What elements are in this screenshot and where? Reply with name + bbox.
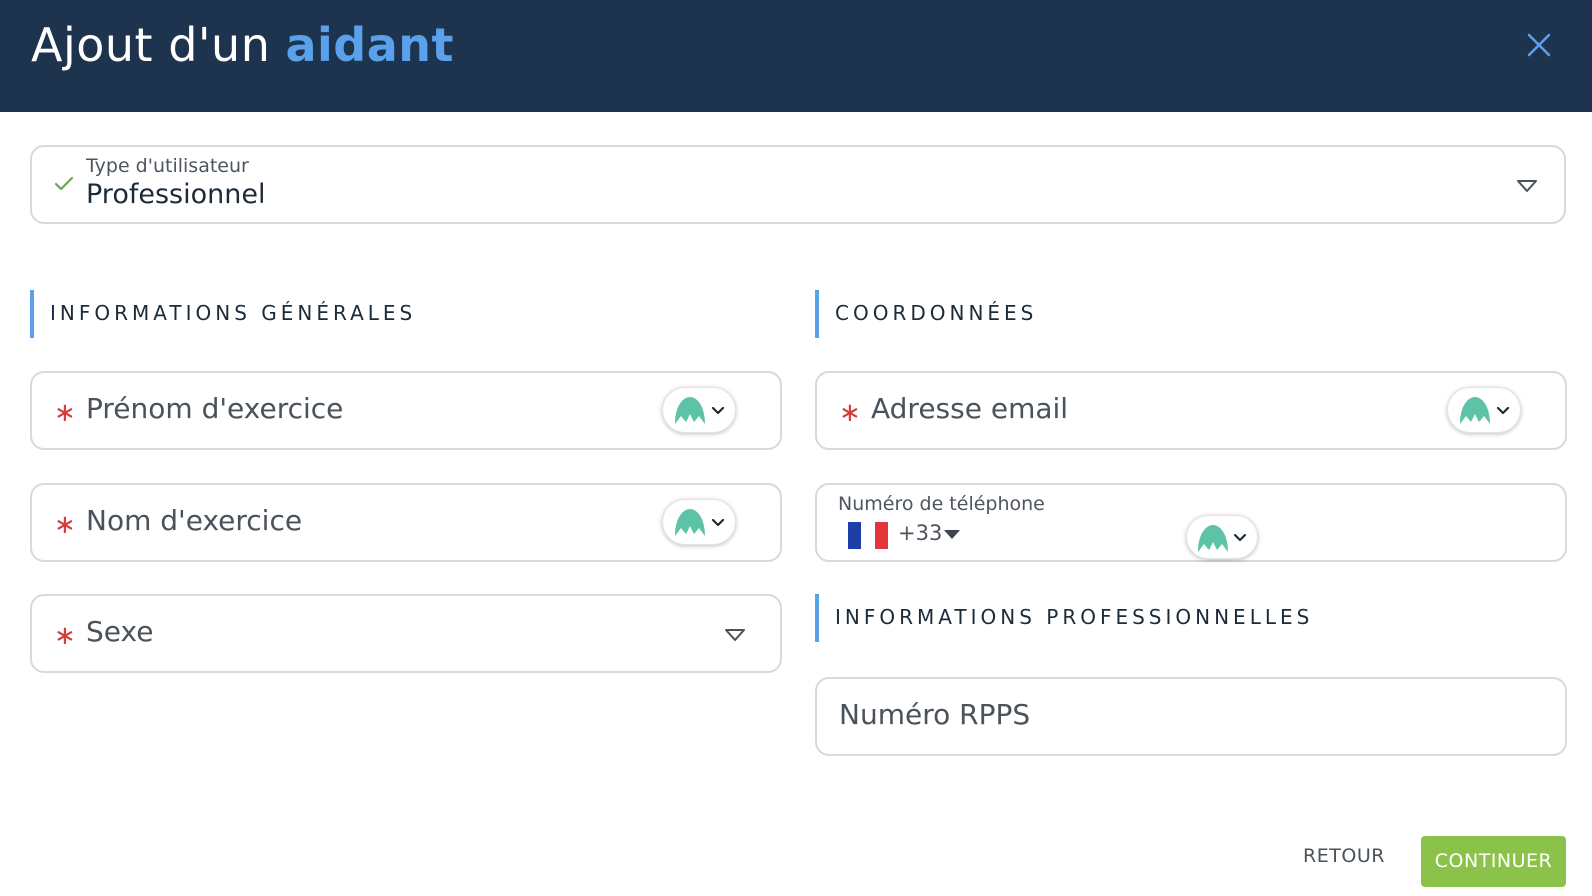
first-name-placeholder: Prénom d'exercice [86,392,344,425]
sex-select[interactable]: ∗ Sexe [30,594,782,673]
check-icon [54,176,74,191]
close-icon [1527,33,1551,57]
required-icon: ∗ [54,621,76,651]
sex-placeholder: Sexe [86,615,154,648]
dropdown-arrow-icon [725,629,745,641]
required-icon: ∗ [54,510,76,540]
first-name-field[interactable]: ∗ Prénom d'exercice [30,371,782,450]
email-placeholder: Adresse email [871,392,1069,425]
chevron-down-icon [1233,533,1247,542]
section-general-info-title: INFORMATIONS GÉNÉRALES [50,301,417,325]
password-manager-button[interactable] [1186,515,1258,559]
email-field[interactable]: ∗ Adresse email [815,371,1567,450]
password-manager-button[interactable] [662,499,736,545]
chevron-down-icon [711,406,725,415]
password-manager-icon [1198,525,1228,552]
back-button[interactable]: RETOUR [1296,836,1392,876]
user-type-select[interactable]: Type d'utilisateur Professionnel [30,145,1566,224]
continue-button[interactable]: CONTINUER [1421,836,1566,887]
dialog-title-accent: aidant [285,18,454,72]
dialog-header: Ajout d'un aidant [0,0,1592,112]
chevron-down-icon [1496,406,1510,415]
password-manager-icon [1460,397,1490,424]
section-contact: COORDONNÉES [815,290,1033,338]
last-name-field[interactable]: ∗ Nom d'exercice [30,483,782,562]
password-manager-icon [675,509,705,536]
user-type-value: Professionnel [86,179,266,210]
phone-label: Numéro de téléphone [838,493,1045,515]
country-code-value: +33 [898,521,943,545]
country-code-select[interactable]: +33 [848,521,968,551]
password-manager-button[interactable] [1447,387,1521,433]
rpps-placeholder: Numéro RPPS [839,698,1031,731]
required-icon: ∗ [54,398,76,428]
rpps-field[interactable]: Numéro RPPS [815,677,1567,756]
phone-field[interactable]: Numéro de téléphone +33 [815,483,1567,562]
section-general-info: INFORMATIONS GÉNÉRALES [30,290,412,338]
dialog-title: Ajout d'un aidant [31,18,454,72]
last-name-placeholder: Nom d'exercice [86,504,303,537]
dropdown-arrow-icon [1517,180,1537,192]
section-professional-info-title: INFORMATIONS PROFESSIONNELLES [835,605,1314,629]
required-icon: ∗ [839,398,861,428]
section-contact-title: COORDONNÉES [835,301,1038,325]
close-button[interactable] [1524,30,1554,60]
caret-down-icon [944,530,960,539]
password-manager-icon [675,397,705,424]
france-flag-icon [848,522,888,549]
password-manager-button[interactable] [662,387,736,433]
user-type-label: Type d'utilisateur [86,155,249,177]
dialog-title-prefix: Ajout d'un [31,18,286,72]
chevron-down-icon [711,518,725,527]
section-professional-info: INFORMATIONS PROFESSIONNELLES [815,594,1309,642]
